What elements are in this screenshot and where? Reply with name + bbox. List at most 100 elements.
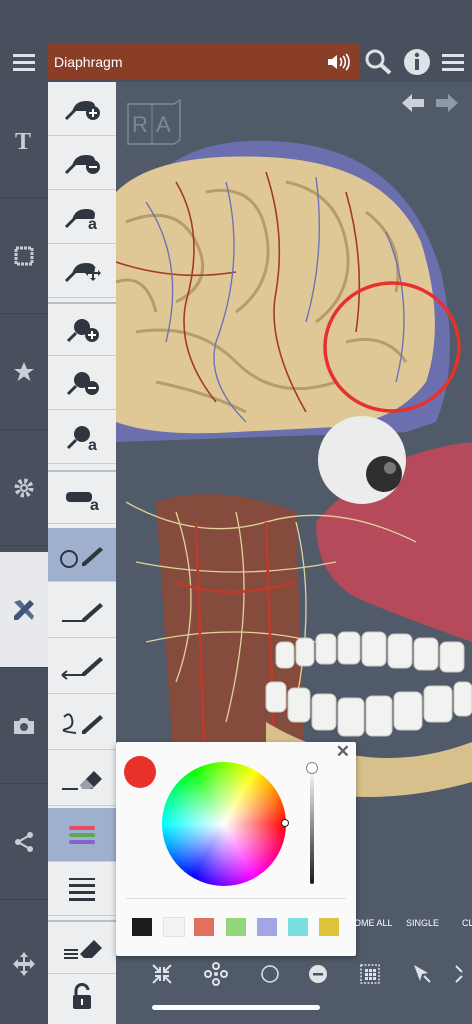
draw-circle-button[interactable] (48, 528, 116, 582)
marker-label-icon: a (66, 425, 97, 452)
eraser-icon (62, 770, 102, 790)
text-label-button[interactable]: a (48, 470, 116, 524)
swatch-white[interactable] (163, 917, 185, 937)
brightness-slider-handle[interactable] (306, 762, 318, 774)
color-wheel[interactable] (162, 762, 286, 886)
undo-arrow-icon[interactable] (402, 94, 424, 112)
sidebar-item-share[interactable] (0, 784, 48, 900)
menu-button[interactable] (7, 44, 41, 80)
eraser-button[interactable] (48, 752, 116, 806)
cube-letter-a: A (156, 112, 171, 137)
frame-icon (14, 246, 34, 265)
swatch-salmon[interactable] (194, 918, 214, 936)
clear-label[interactable]: CL (462, 918, 472, 928)
info-icon (404, 49, 430, 75)
grid-icon (360, 964, 380, 984)
selection-title: Diaphragm (54, 54, 123, 70)
sidebar-item-settings[interactable] (0, 430, 48, 546)
sidebar-item-camera[interactable] (0, 668, 48, 784)
collapse-arrows-icon (152, 964, 172, 984)
home-all-label[interactable]: OME ALL (354, 918, 393, 928)
history-arrows (400, 92, 460, 119)
circle-outline-icon (261, 965, 279, 983)
pin-label-button[interactable]: a (48, 190, 116, 244)
unlock-icon (73, 983, 91, 1009)
swatch-lavender[interactable] (257, 918, 277, 936)
more-menu-button[interactable] (436, 44, 470, 80)
hamburger-icon (442, 54, 464, 71)
remove-marker-button[interactable] (48, 356, 116, 410)
hide-button[interactable] (304, 960, 332, 988)
draw-freehand-button[interactable] (48, 696, 116, 750)
pointer-button[interactable] (408, 960, 436, 988)
svg-text:a: a (88, 437, 97, 452)
pin-add-icon (64, 100, 100, 120)
top-bar: Diaphragm (0, 0, 472, 82)
camera-icon (14, 717, 34, 734)
line-width-button[interactable] (48, 862, 116, 916)
marker-add-icon (66, 318, 99, 342)
circle-pencil-icon (60, 546, 103, 568)
grid-select-button[interactable] (356, 960, 384, 988)
divider (126, 898, 346, 899)
lock-button[interactable] (48, 970, 116, 1024)
clear-drawings-button[interactable] (48, 920, 116, 974)
hamburger-icon (13, 54, 35, 71)
info-button[interactable] (400, 44, 434, 80)
sidebar-item-frame[interactable] (0, 198, 48, 314)
move-arrows-icon (13, 952, 35, 976)
swatch-cyan[interactable] (288, 918, 308, 936)
line-width-icon (69, 877, 95, 901)
marker-remove-icon (66, 371, 99, 395)
search-button[interactable] (362, 44, 396, 80)
svg-text:a: a (88, 216, 97, 231)
draw-line-button[interactable] (48, 584, 116, 638)
home-indicator (152, 1005, 320, 1010)
text-icon: T (15, 129, 31, 152)
speaker-icon[interactable] (326, 52, 350, 75)
explode-button[interactable] (202, 960, 230, 988)
select-mode-button[interactable] (256, 960, 284, 988)
star-icon (14, 361, 34, 381)
dots-cluster-icon (204, 962, 228, 986)
brightness-slider[interactable] (310, 768, 314, 884)
sidebar-item-text[interactable]: T (0, 82, 48, 198)
close-icon[interactable]: ✕ (336, 742, 350, 762)
pin-move-icon (64, 262, 101, 282)
gear-icon (14, 478, 34, 497)
sidebar-item-draw[interactable] (0, 552, 48, 668)
swatch-black[interactable] (132, 918, 152, 936)
expand-arrows-icon (455, 965, 463, 983)
single-label[interactable]: SINGLE (406, 918, 439, 928)
orientation-cube[interactable]: R A (126, 98, 182, 151)
expand-button[interactable] (452, 960, 472, 988)
move-pin-button[interactable] (48, 244, 116, 298)
add-marker-button[interactable] (48, 302, 116, 356)
search-icon (365, 49, 392, 75)
left-sidebar: T (0, 82, 48, 1024)
bottom-toolbar: OME ALL SINGLE CL (116, 918, 472, 1024)
label-box-icon: a (66, 491, 99, 512)
minus-circle-icon (309, 965, 327, 983)
color-picker-button[interactable] (48, 808, 116, 862)
sidebar-item-favorites[interactable] (0, 314, 48, 430)
pin-label-icon: a (64, 208, 97, 231)
sidebar-item-move[interactable] (0, 906, 48, 1022)
cursor-icon (414, 965, 431, 983)
current-color-swatch (124, 756, 156, 788)
color-lines-icon (69, 825, 95, 844)
selection-title-bar[interactable]: Diaphragm (48, 44, 360, 80)
redo-arrow-icon[interactable] (436, 94, 458, 112)
fit-view-button[interactable] (148, 960, 176, 988)
marker-label-button[interactable]: a (48, 410, 116, 464)
pencil-ruler-icon (14, 599, 34, 620)
draw-arrow-button[interactable] (48, 640, 116, 694)
eraser-lines-icon (64, 939, 102, 959)
swatch-green[interactable] (226, 918, 246, 936)
freehand-pencil-icon (62, 712, 103, 734)
remove-pin-button[interactable] (48, 136, 116, 190)
cube-letter-r: R (132, 112, 148, 137)
swatch-yellow[interactable] (319, 918, 339, 936)
add-pin-button[interactable] (48, 82, 116, 136)
color-wheel-handle[interactable] (281, 819, 289, 827)
